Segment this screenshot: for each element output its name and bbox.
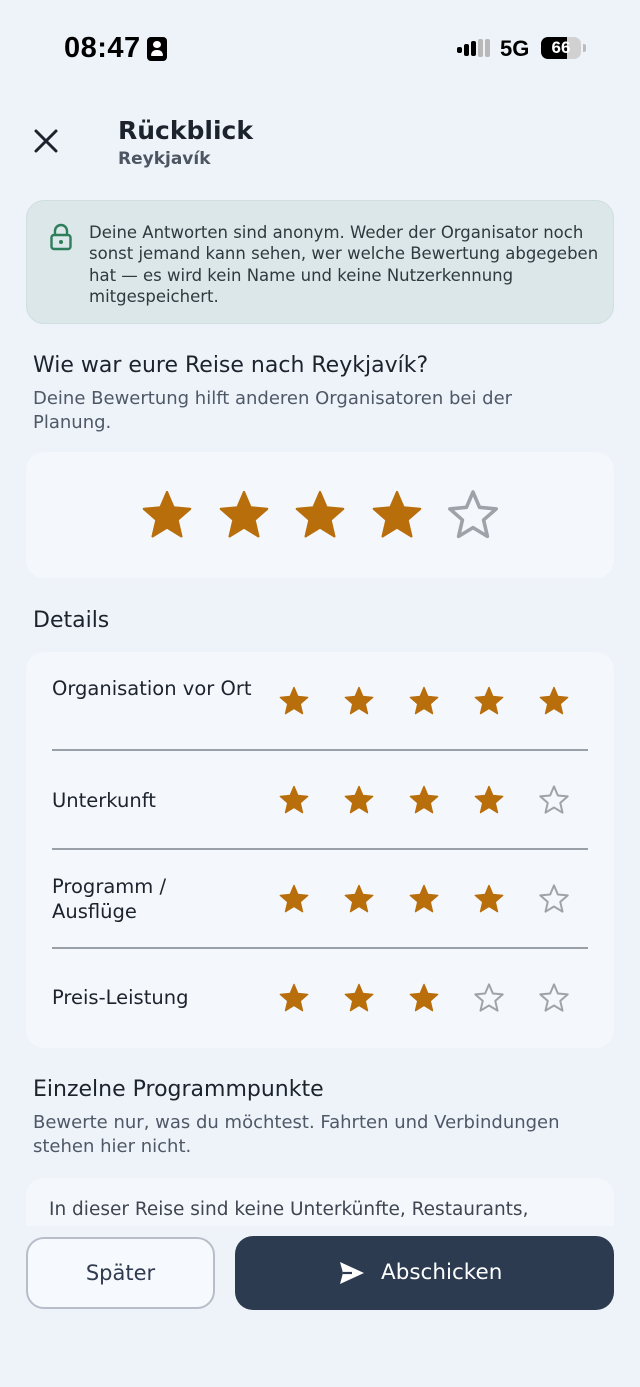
detail-label: Unterkunft (52, 789, 156, 812)
star-filled-icon[interactable] (343, 784, 375, 816)
detail-row-unterkunft: Unterkunft (52, 751, 588, 850)
star-filled-icon[interactable] (408, 982, 440, 1014)
star-filled-icon[interactable] (343, 982, 375, 1014)
details-heading: Details (33, 608, 110, 633)
send-label: Abschicken (381, 1260, 503, 1285)
star-filled-icon[interactable] (140, 488, 194, 542)
star-filled-icon[interactable] (473, 883, 505, 915)
star-filled-icon[interactable] (217, 488, 271, 542)
star-filled-icon[interactable] (538, 685, 570, 717)
program-description: Bewerte nur, was du möchtest. Fahrten un… (33, 1112, 560, 1157)
star-filled-icon[interactable] (278, 784, 310, 816)
star-empty-icon[interactable] (538, 982, 570, 1014)
battery-level: 66 (551, 38, 571, 57)
star-empty-icon[interactable] (538, 784, 570, 816)
details-card: Organisation vor Ort Unterkunft Programm… (26, 652, 614, 1048)
detail-row-organisation: Organisation vor Ort (52, 652, 588, 751)
page-title: Rückblick (118, 116, 253, 145)
star-filled-icon[interactable] (408, 784, 440, 816)
status-time: 08:47 (64, 32, 141, 64)
close-button[interactable] (28, 123, 64, 159)
status-bar: 08:47 5G 66 (0, 0, 640, 96)
star-filled-icon[interactable] (278, 883, 310, 915)
overall-description: Deine Bewertung hilft anderen Organisato… (33, 388, 513, 433)
star-empty-icon[interactable] (538, 883, 570, 915)
action-bar: Später Abschicken (0, 1226, 640, 1387)
star-filled-icon[interactable] (408, 883, 440, 915)
program-heading: Einzelne Programmpunkte (33, 1077, 324, 1102)
page-subtitle: Reykjavík (118, 149, 211, 169)
send-button[interactable]: Abschicken (235, 1236, 614, 1310)
later-button[interactable]: Später (26, 1237, 215, 1309)
close-icon (34, 129, 58, 153)
star-filled-icon[interactable] (278, 685, 310, 717)
battery-tip (583, 44, 586, 52)
signal-icon (457, 39, 491, 59)
lock-icon (50, 223, 72, 251)
star-filled-icon[interactable] (343, 883, 375, 915)
star-filled-icon[interactable] (473, 784, 505, 816)
star-empty-icon[interactable] (446, 488, 500, 542)
detail-row-programm: Programm / Ausflüge (52, 850, 588, 949)
star-filled-icon[interactable] (293, 488, 347, 542)
notice-text: Deine Antworten sind anonym. Weder der O… (89, 223, 599, 306)
send-icon (340, 1262, 364, 1284)
overall-rating (26, 452, 614, 578)
program-empty-text: In dieser Reise sind keine Unterkünfte, … (49, 1199, 529, 1220)
star-filled-icon[interactable] (278, 982, 310, 1014)
detail-row-preis-leistung: Preis-Leistung (52, 949, 588, 1048)
star-empty-icon[interactable] (473, 982, 505, 1014)
detail-label: Preis-Leistung (52, 986, 189, 1009)
star-filled-icon[interactable] (408, 685, 440, 717)
battery-icon: 66 (541, 37, 581, 59)
anonymity-notice: Deine Antworten sind anonym. Weder der O… (26, 200, 614, 324)
id-badge-icon (147, 37, 167, 61)
star-filled-icon[interactable] (370, 488, 424, 542)
star-filled-icon[interactable] (343, 685, 375, 717)
network-type: 5G (500, 36, 530, 61)
detail-label: Organisation vor Ort (52, 677, 252, 700)
detail-label: Programm / Ausflüge (52, 875, 167, 923)
star-filled-icon[interactable] (473, 685, 505, 717)
overall-question: Wie war eure Reise nach Reykjavík? (33, 353, 429, 378)
